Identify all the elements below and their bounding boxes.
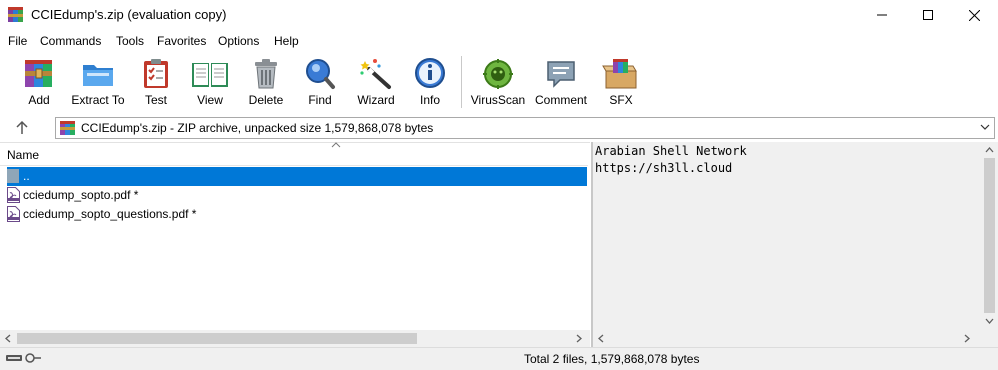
scroll-right-icon[interactable] [575,334,583,343]
list-item-parent[interactable]: .. [7,167,587,186]
minimize-button[interactable] [859,0,905,30]
scroll-left-icon[interactable] [597,334,605,343]
pdf-file-icon [7,206,20,222]
virus-scan-icon [483,59,513,89]
chevron-down-icon[interactable] [980,123,990,131]
scroll-down-icon[interactable] [985,317,994,325]
delete-label: Delete [248,93,284,107]
status-text: Total 2 files, 1,579,868,078 bytes [524,352,700,366]
drive-key-icon [6,353,41,363]
list-item-name: cciedump_sopto_questions.pdf * [23,207,197,221]
maximize-button[interactable] [905,0,951,30]
menu-commands[interactable]: Commands [40,34,101,48]
comment-line: https://sh3ll.cloud [595,161,733,175]
find-button[interactable]: Find [302,52,338,112]
menu-tools[interactable]: Tools [116,34,144,48]
virusscan-label: VirusScan [470,93,526,107]
trash-icon [255,59,277,89]
list-item-name: cciedump_sopto.pdf * [23,188,139,202]
minimize-icon [877,14,887,16]
horizontal-scrollbar[interactable] [0,330,590,347]
title-bar: CCIEdump's.zip (evaluation copy) [0,0,998,30]
test-button[interactable]: Test [138,52,174,112]
vertical-scrollbar[interactable] [981,142,998,330]
comment-label: Comment [534,93,587,107]
up-folder-icon[interactable] [13,119,31,137]
sort-up-icon [331,142,341,148]
sfx-box-icon [602,59,637,89]
toolbar-separator [461,56,462,108]
address-bar[interactable]: CCIEdump's.zip - ZIP archive, unpacked s… [55,117,995,139]
sfx-button[interactable]: SFX [600,52,642,112]
extract-to-label: Extract To [71,93,125,107]
close-icon [968,9,980,21]
list-item-name: .. [23,169,30,183]
view-label: View [197,93,223,107]
find-label: Find [308,93,332,107]
wizard-label: Wizard [357,93,395,107]
list-item[interactable]: cciedump_sopto.pdf * [7,186,587,205]
column-name-label: Name [7,148,40,162]
magnifier-icon [306,59,335,89]
comment-button[interactable]: Comment [532,52,590,112]
delete-button[interactable]: Delete [246,52,286,112]
menu-file[interactable]: File [8,34,27,48]
horizontal-scrollbar[interactable] [593,330,998,347]
info-button[interactable]: Info [412,52,448,112]
add-archive-icon [25,60,52,87]
info-icon [415,58,445,88]
menu-options[interactable]: Options [218,34,259,48]
wizard-button[interactable]: Wizard [354,52,398,112]
extract-folder-icon [83,65,113,86]
toolbar: Add Extract To Test View Delete Find Wiz… [0,52,998,114]
window-title: CCIEdump's.zip (evaluation copy) [31,7,227,22]
menu-bar: File Commands Tools Favorites Options He… [0,31,998,51]
winrar-icon [8,7,23,22]
add-button[interactable]: Add [18,52,60,112]
pdf-file-icon [7,187,20,203]
maximize-icon [923,10,933,20]
scrollbar-thumb[interactable] [984,158,995,313]
address-text: CCIEdump's.zip - ZIP archive, unpacked s… [81,121,434,135]
list-item[interactable]: cciedump_sopto_questions.pdf * [7,205,587,224]
wizard-wand-icon [360,59,391,89]
status-bar: Total 2 files, 1,579,868,078 bytes [0,347,998,370]
parent-folder-icon [7,169,19,183]
comment-icon [547,61,575,88]
comment-line: Arabian Shell Network [595,144,747,158]
test-label: Test [144,93,167,107]
scroll-up-icon[interactable] [985,146,994,154]
info-label: Info [419,93,440,107]
extract-to-button[interactable]: Extract To [70,52,126,112]
view-button[interactable]: View [188,52,232,112]
close-button[interactable] [951,0,997,30]
add-label: Add [28,93,50,107]
column-header[interactable]: Name [0,142,588,166]
virusscan-button[interactable]: VirusScan [470,52,526,112]
menu-favorites[interactable]: Favorites [157,34,206,48]
view-book-icon [192,63,228,87]
scrollbar-thumb[interactable] [17,333,417,344]
test-clipboard-icon [144,59,168,88]
zip-archive-icon [60,121,75,135]
comment-pane: Arabian Shell Network https://sh3ll.clou… [591,142,998,347]
scroll-right-icon[interactable] [963,334,971,343]
sfx-label: SFX [609,93,633,107]
menu-help[interactable]: Help [274,34,299,48]
file-list: Name .. cciedump_sopto.pdf * cciedump_so… [0,142,590,348]
scroll-left-icon[interactable] [4,334,12,343]
